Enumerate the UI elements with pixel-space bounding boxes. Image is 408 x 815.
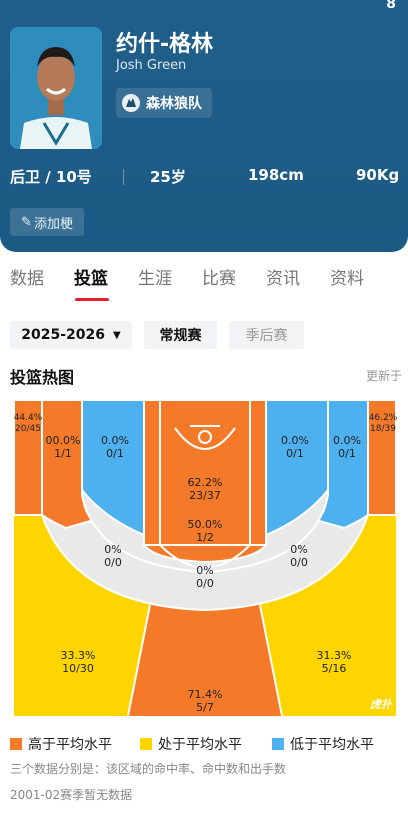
- legend-average: 处于平均水平: [140, 734, 242, 754]
- tab-data[interactable]: 数据: [10, 264, 44, 289]
- zone-label-paint: 62.2% 23/37: [187, 476, 223, 502]
- watermark-logo: 虎扑: [370, 698, 392, 711]
- legend-swatch-average: [140, 738, 152, 750]
- filter-regular-season[interactable]: 常规赛: [144, 321, 217, 349]
- tab-games[interactable]: 比赛: [202, 264, 236, 289]
- player-weight: 90Kg: [356, 166, 400, 184]
- season-select[interactable]: 2025-2026 ▼: [10, 321, 132, 349]
- updated-label: 更新于: [365, 369, 402, 383]
- tab-shooting[interactable]: 投篮: [74, 264, 108, 289]
- section-title: 投篮热图: [10, 368, 75, 387]
- player-height: 198cm: [248, 166, 304, 184]
- season-value: 2025-2026: [21, 327, 106, 343]
- divider: [123, 169, 124, 185]
- player-name-en: Josh Green: [116, 58, 187, 73]
- status-bar-fragment: 8: [386, 0, 396, 12]
- player-info-row: 后卫 / 10号 25岁 198cm 90Kg: [10, 166, 400, 188]
- caret-down-icon: ▼: [113, 329, 121, 341]
- add-tag-button[interactable]: ✎ 添加梗: [10, 208, 84, 236]
- tab-bar: 数据 投篮 生涯 比赛 资讯 资料: [0, 262, 408, 302]
- shot-heatmap-court: 44.4% 20/45 46.2% 18/39 00.0% 1/1 0.0% 0/1 6…: [14, 400, 397, 716]
- player-avatar: [10, 27, 102, 149]
- legend-swatch-below: [272, 738, 284, 750]
- legend-swatch-above: [10, 738, 22, 750]
- active-tab-indicator: [75, 298, 109, 301]
- legend-above: 高于平均水平: [10, 734, 112, 754]
- player-age: 25岁: [150, 168, 186, 186]
- zone-label-left-elbow: 0% 0/0: [104, 543, 122, 569]
- zone-label-free-throw: 50.0% 1/2: [187, 518, 223, 544]
- zone-label-left-short-baseline: 0.0% 0/1: [101, 434, 129, 460]
- tab-profile[interactable]: 资料: [330, 264, 364, 289]
- legend-below: 低于平均水平: [272, 734, 374, 754]
- player-header: 8 约什-格林 Josh Green 森林狼队 后卫 / 10号 25岁 198…: [0, 0, 408, 252]
- zone-label-left-corner3: 44.4% 20/45: [13, 413, 43, 434]
- filter-playoffs[interactable]: 季后赛: [229, 321, 304, 349]
- zone-label-right-elbow: 0% 0/0: [290, 543, 308, 569]
- zone-label-top3: 71.4% 5/7: [187, 688, 223, 714]
- zone-label-right-corner3: 46.2% 18/39: [368, 413, 398, 434]
- pencil-icon: ✎: [21, 214, 32, 230]
- zone-label-left-mid-baseline: 00.0% 1/1: [45, 434, 81, 460]
- no-data-note: 2001-02赛季暂无数据: [10, 788, 133, 802]
- team-chip[interactable]: 森林狼队: [116, 88, 212, 118]
- zone-label-left-wing3: 33.3% 10/30: [60, 649, 96, 675]
- explanation-note: 三个数据分别是：该区域的命中率、命中数和出手数: [10, 762, 287, 776]
- player-name-cn: 约什-格林: [116, 32, 214, 57]
- legend: 高于平均水平 处于平均水平 低于平均水平: [10, 734, 400, 754]
- zone-label-right-short-baseline: 0.0% 0/1: [281, 434, 309, 460]
- position-number: 后卫 / 10号: [10, 168, 92, 186]
- team-name: 森林狼队: [146, 96, 202, 112]
- zone-label-right-mid-baseline: 0.0% 0/1: [333, 434, 361, 460]
- tab-career[interactable]: 生涯: [138, 264, 172, 289]
- zone-label-right-wing3: 31.3% 5/16: [316, 649, 352, 675]
- tab-news[interactable]: 资讯: [266, 264, 300, 289]
- add-tag-label: 添加梗: [33, 216, 73, 232]
- team-logo-icon: [122, 94, 140, 112]
- zone-label-top-key: 0% 0/0: [196, 564, 214, 590]
